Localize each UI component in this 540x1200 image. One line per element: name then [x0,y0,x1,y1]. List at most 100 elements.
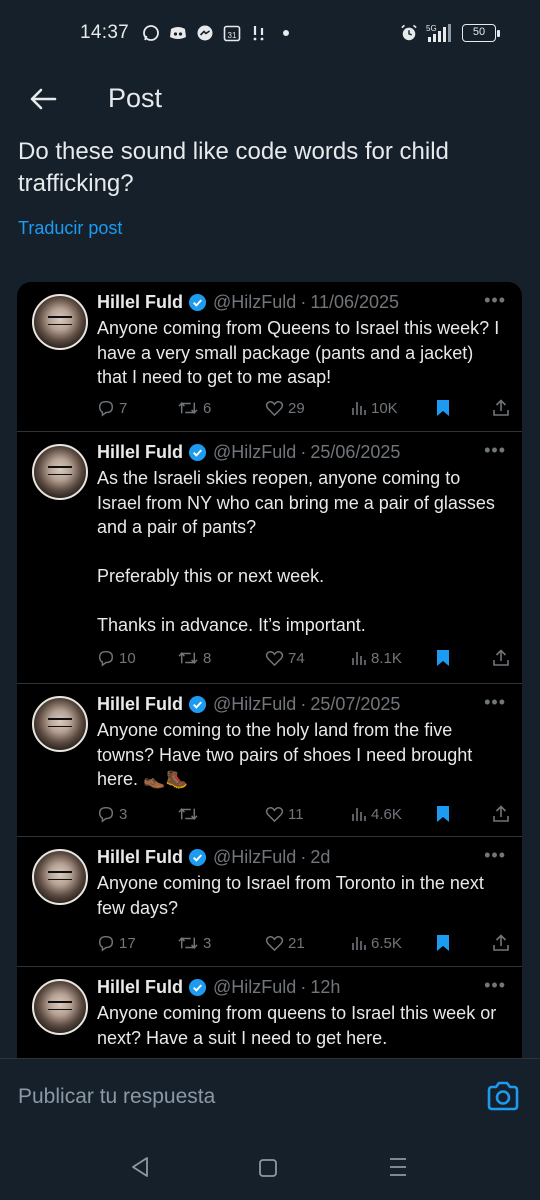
reply-count: 7 [119,399,128,417]
reply-input[interactable]: Publicar tu respuesta [18,1085,215,1109]
reply-count: 3 [119,805,128,823]
share-action [493,934,509,952]
like-count: 21 [288,934,305,952]
author-name: Hillel Fuld [97,976,184,997]
views-icon [352,937,366,950]
share-action [493,805,509,823]
arrow-left-icon [30,88,57,110]
reply-action: 17 [97,934,136,952]
whatsapp-icon [142,24,160,42]
square-home-icon [259,1159,277,1177]
tweet-header: Hillel Fuld @HilzFuld · 25/06/2025 ••• [97,440,510,464]
nav-recents-button[interactable] [388,1156,408,1183]
views-action: 8.1K [351,650,402,667]
bookmark-action [435,934,451,952]
tweet-actions: 10 8 74 8.1K [97,646,510,670]
views-icon [352,808,366,821]
avatar [32,294,88,350]
tweet[interactable]: Hillel Fuld @HilzFuld · 25/06/2025 ••• A… [17,432,522,684]
views-count: 8.1K [371,649,402,667]
more-icon: ••• [484,692,506,712]
tweet-date: 12h [310,976,341,997]
bookmark-icon [437,650,449,666]
verified-badge-icon [188,848,207,867]
more-icon: ••• [484,845,506,865]
tweet-actions: 7 6 29 10K [97,396,510,420]
svg-text:5G: 5G [426,24,437,33]
views-action: 6.5K [351,935,402,952]
views-count: 6.5K [371,934,402,952]
top-bar: Post [0,74,540,124]
separator-dot: · [300,846,307,867]
tweet-date: 11/06/2025 [310,291,400,312]
nav-home-button[interactable] [258,1158,278,1183]
verified-badge-icon [188,443,207,462]
author-handle: @HilzFuld [213,976,297,997]
avatar [32,979,88,1035]
separator-dot: · [300,976,307,997]
tweet[interactable]: Hillel Fuld @HilzFuld · 2d ••• Anyone co… [17,837,522,967]
camera-icon [487,1081,519,1111]
reply-bar: Publicar tu respuesta [0,1058,540,1134]
system-nav-bar [0,1134,540,1200]
author-name: Hillel Fuld [97,291,184,312]
author-handle: @HilzFuld [213,693,297,714]
dot-icon [277,24,295,42]
author-name: Hillel Fuld [97,441,184,462]
status-time: 14:37 [80,22,130,43]
reply-count: 17 [119,934,136,952]
reply-icon [98,650,114,667]
reply-icon [98,935,114,952]
views-action: 10K [351,400,398,417]
views-icon [352,402,366,415]
camera-button[interactable] [486,1081,522,1111]
tweet-header: Hillel Fuld @HilzFuld · 25/07/2025 ••• [97,692,510,716]
tweet[interactable]: Hillel Fuld @HilzFuld · 11/06/2025 ••• A… [17,282,522,432]
avatar [32,444,88,500]
reply-action: 7 [97,399,127,417]
tweet-text: Anyone coming from Queens to Israel this… [97,318,505,387]
retweet-icon [178,401,198,415]
battery-tip [497,29,500,37]
separator-dot: · [300,693,307,714]
battery-level: 50 [462,24,496,42]
back-button[interactable] [26,82,60,116]
like-count: 11 [288,805,304,823]
battery-indicator: 50 [462,24,500,42]
views-count: 10K [371,399,398,417]
reply-count: 10 [119,649,136,667]
retweet-count: 6 [203,399,212,417]
embedded-image[interactable]: Hillel Fuld @HilzFuld · 11/06/2025 ••• A… [17,282,522,1082]
tweet-actions: 17 3 21 6.5K [97,931,510,955]
author-handle: @HilzFuld [213,291,297,312]
translate-link[interactable]: Traducir post [18,218,122,239]
menu-lines-icon [390,1158,406,1176]
heart-icon [265,650,284,666]
bookmark-icon [437,806,449,822]
bookmark-icon [437,400,449,416]
views-count: 4.6K [371,805,402,823]
notification-icon [250,24,268,42]
tweet-text: Anyone coming to the holy land from the … [97,720,478,789]
heart-icon [265,935,284,951]
author-handle: @HilzFuld [213,441,297,462]
tweet[interactable]: Hillel Fuld @HilzFuld · 25/07/2025 ••• A… [17,684,522,837]
signal-icon: 5G [426,24,454,42]
retweet-count: 8 [203,649,212,667]
retweet-icon [178,936,198,950]
status-bar: 14:37 31 5G 50 [0,0,540,66]
retweet-count: 3 [203,934,212,952]
tweet-text: Anyone coming from queens to Israel this… [97,1003,502,1048]
reply-icon [98,806,114,823]
retweet-action: 3 [177,934,211,952]
tweet-date: 25/07/2025 [310,693,401,714]
tweet-date: 2d [310,846,331,867]
calendar-icon: 31 [223,24,241,42]
tweet-text: Anyone coming to Israel from Toronto in … [97,873,489,918]
nav-back-button[interactable] [130,1156,150,1183]
share-icon [493,399,509,416]
separator-dot: · [300,291,307,312]
avatar [32,696,88,752]
like-count: 74 [288,649,305,667]
alarm-icon [400,24,418,42]
